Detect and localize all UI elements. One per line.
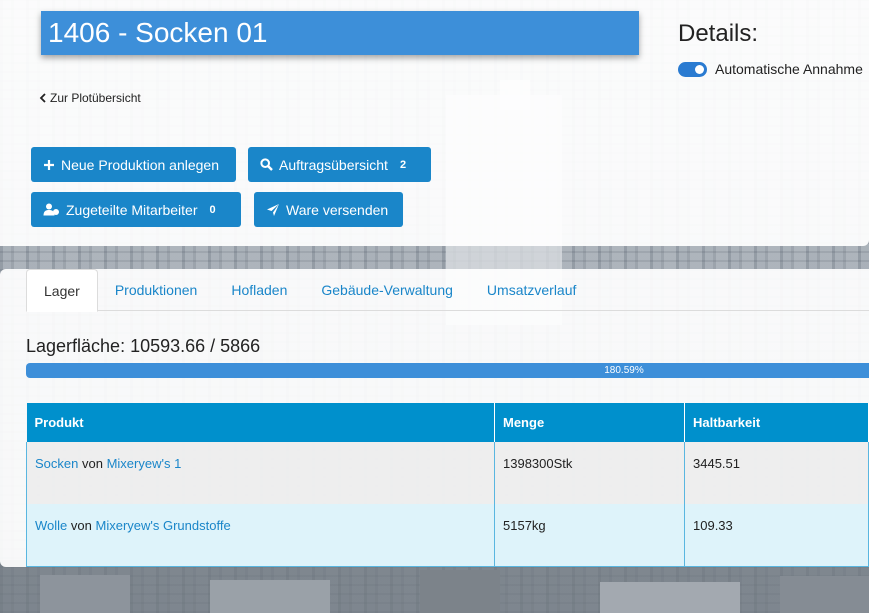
table-row: Wolle von Mixeryew's Grundstoffe 5157kg …: [26, 504, 869, 567]
plot-header-card: 1406 - Socken 01 Zur Plotübersicht Neue …: [0, 0, 869, 246]
durability-cell: 3445.51: [684, 442, 869, 504]
tab-lager[interactable]: Lager: [26, 269, 98, 312]
storage-progress-text: 180.59%: [604, 365, 644, 376]
plus-icon: [44, 159, 54, 170]
tab-produktionen[interactable]: Produktionen: [98, 269, 215, 311]
plot-content-card: Lager Produktionen Hofladen Gebäude-Verw…: [0, 269, 869, 567]
paper-plane-icon: [267, 203, 279, 216]
table-header-row: Produkt Menge Haltbarkeit: [26, 403, 869, 442]
amount-cell: 1398300Stk: [494, 442, 685, 504]
order-count-badge: 2: [399, 158, 407, 171]
new-production-button[interactable]: Neue Produktion anlegen: [31, 147, 236, 182]
product-link[interactable]: Socken: [35, 456, 78, 471]
tab-hofladen[interactable]: Hofladen: [214, 269, 304, 311]
durability-cell: 109.33: [684, 504, 869, 567]
storage-area-label: Lagerfläche: 10593.66 / 5866: [26, 336, 261, 356]
auto-accept-label: Automatische Annahme: [715, 61, 863, 77]
table-row: Socken von Mixeryew's 1 1398300Stk 3445.…: [26, 442, 869, 504]
ship-goods-label: Ware versenden: [286, 201, 389, 218]
back-to-plot-overview-link[interactable]: Zur Plotübersicht: [39, 91, 141, 105]
order-overview-label: Auftragsübersicht: [279, 156, 388, 173]
users-icon: [43, 203, 59, 216]
new-production-label: Neue Produktion anlegen: [61, 156, 220, 173]
details-heading: Details:: [678, 20, 759, 47]
order-overview-button[interactable]: Auftragsübersicht 2: [248, 147, 431, 182]
header-durability: Haltbarkeit: [684, 403, 869, 442]
back-link-label: Zur Plotübersicht: [50, 91, 141, 105]
ship-goods-button[interactable]: Ware versenden: [254, 192, 403, 227]
chevron-left-icon: [39, 93, 46, 103]
auto-accept-toggle[interactable]: [678, 61, 707, 77]
tab-bar: Lager Produktionen Hofladen Gebäude-Verw…: [26, 269, 869, 312]
storage-table: Produkt Menge Haltbarkeit Socken von Mix…: [26, 403, 869, 567]
search-icon: [260, 158, 273, 171]
von-text: von: [82, 456, 103, 471]
product-cell: Wolle von Mixeryew's Grundstoffe: [26, 504, 495, 567]
page-title: 1406 - Socken 01: [41, 11, 639, 55]
source-link[interactable]: Mixeryew's Grundstoffe: [96, 518, 231, 533]
product-cell: Socken von Mixeryew's 1: [26, 442, 495, 504]
tab-umsatzverlauf[interactable]: Umsatzverlauf: [470, 269, 593, 311]
auto-accept-row: Automatische Annahme: [678, 61, 863, 77]
staff-count-badge: 0: [209, 203, 216, 216]
header-amount: Menge: [494, 403, 685, 442]
assigned-staff-button[interactable]: Zugeteilte Mitarbeiter 0: [31, 192, 241, 227]
von-text: von: [70, 518, 92, 533]
source-link[interactable]: Mixeryew's 1: [107, 456, 182, 471]
storage-progress-bar: 180.59%: [26, 363, 869, 378]
product-link[interactable]: Wolle: [35, 518, 67, 533]
amount-cell: 5157kg: [494, 504, 685, 567]
header-product: Produkt: [26, 403, 495, 442]
assigned-staff-label: Zugeteilte Mitarbeiter: [66, 201, 198, 218]
tab-gebaeude-verwaltung[interactable]: Gebäude-Verwaltung: [304, 269, 470, 311]
